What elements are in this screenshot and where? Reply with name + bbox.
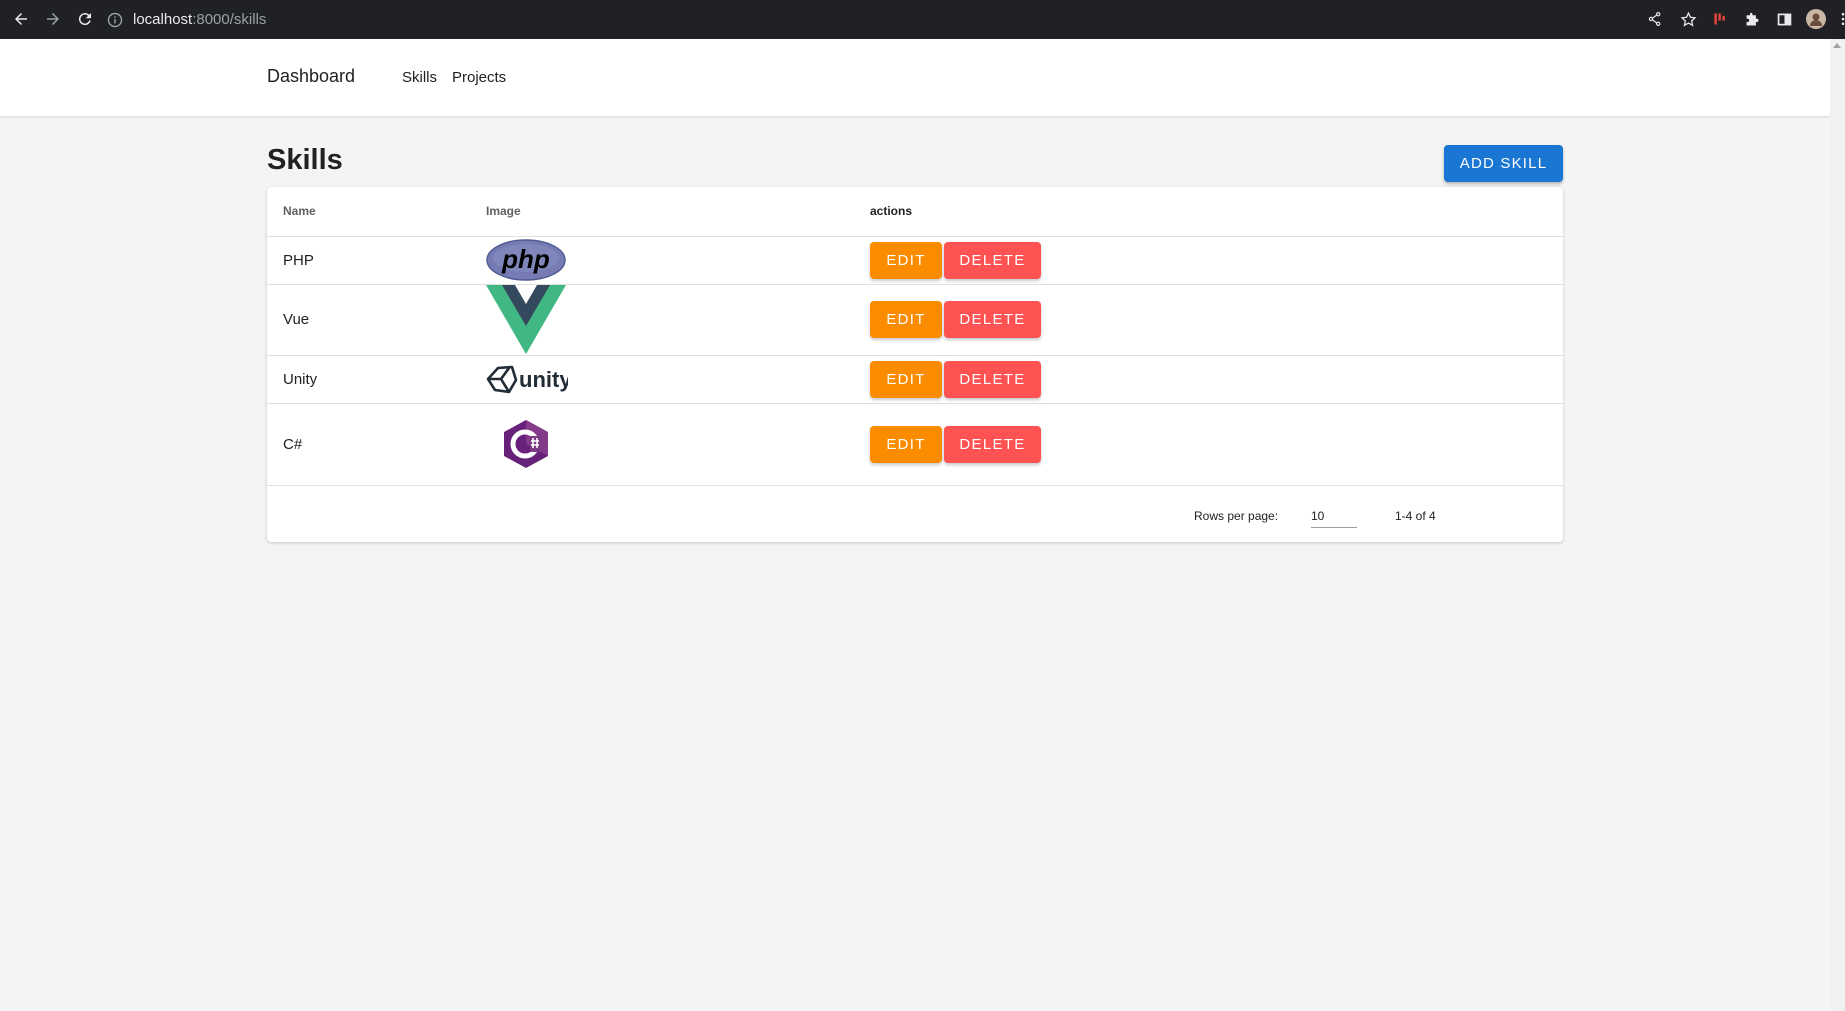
svg-text:unity: unity [519, 367, 568, 392]
browser-toolbar: localhost:8000/skills [0, 0, 1845, 39]
bookmark-star-icon[interactable] [1678, 9, 1698, 29]
page-scrollbar[interactable] [1830, 39, 1845, 1011]
skills-table-card: Name Image actions PHP php EDIT DELETE V… [267, 187, 1563, 542]
scroll-up-arrow-icon[interactable] [1833, 43, 1841, 48]
vue-logo [486, 284, 566, 354]
edit-button[interactable]: EDIT [870, 360, 942, 398]
url-path: :8000/skills [192, 11, 267, 28]
extension-red-icon[interactable] [1710, 9, 1730, 29]
edit-button[interactable]: EDIT [870, 241, 942, 279]
app-viewport: Dashboard Skills Projects Skills ADD SKI… [0, 39, 1830, 1011]
add-skill-button[interactable]: ADD SKILL [1444, 145, 1563, 182]
address-bar[interactable]: localhost:8000/skills [107, 0, 266, 39]
svg-text:php: php [501, 244, 550, 274]
app-header: Dashboard Skills Projects [0, 39, 1830, 117]
url-host: localhost [133, 11, 193, 28]
skill-name: C# [267, 403, 486, 486]
page-title: Skills [267, 144, 343, 176]
nav-skills-link[interactable]: Skills [402, 69, 437, 86]
pagination-range: 1-4 of 4 [1395, 508, 1436, 523]
table-footer: Rows per page: 10 1-4 of 4 [267, 486, 1563, 544]
delete-button[interactable]: DELETE [944, 241, 1041, 279]
skill-name: Vue [267, 284, 486, 356]
skills-table: Name Image actions PHP php EDIT DELETE V… [267, 187, 1563, 486]
table-row: PHP php EDIT DELETE [267, 236, 1563, 285]
forward-icon[interactable] [41, 7, 65, 31]
profile-avatar-icon[interactable] [1806, 9, 1826, 29]
table-row: Unity unity EDIT DELETE [267, 355, 1563, 404]
table-row: Vue EDIT DELETE [267, 284, 1563, 356]
share-icon[interactable] [1645, 9, 1665, 29]
more-menu-icon[interactable] [1833, 9, 1845, 29]
reload-icon[interactable] [73, 7, 97, 31]
table-row: C# EDIT DELETE [267, 403, 1563, 486]
header-name[interactable]: Name [267, 187, 486, 237]
edit-button[interactable]: EDIT [870, 425, 942, 463]
edit-button[interactable]: EDIT [870, 301, 942, 338]
delete-button[interactable]: DELETE [944, 360, 1041, 398]
table-header-row: Name Image actions [267, 187, 1563, 237]
back-icon[interactable] [9, 7, 33, 31]
unity-logo: unity [486, 365, 568, 394]
header-image[interactable]: Image [486, 187, 870, 237]
delete-button[interactable]: DELETE [944, 425, 1041, 463]
delete-button[interactable]: DELETE [944, 301, 1041, 338]
extensions-puzzle-icon[interactable] [1742, 9, 1762, 29]
csharp-logo [504, 420, 548, 468]
dashboard-brand[interactable]: Dashboard [267, 66, 355, 87]
header-actions: actions [870, 187, 1563, 237]
skill-name: Unity [267, 355, 486, 404]
nav-projects-link[interactable]: Projects [452, 69, 506, 86]
rows-per-page-label: Rows per page: [1194, 508, 1279, 523]
php-logo: php [486, 239, 566, 281]
rows-per-page-select[interactable]: 10 [1311, 502, 1357, 528]
side-panel-icon[interactable] [1774, 9, 1794, 29]
info-icon[interactable] [107, 12, 123, 28]
skill-name: PHP [267, 236, 486, 285]
